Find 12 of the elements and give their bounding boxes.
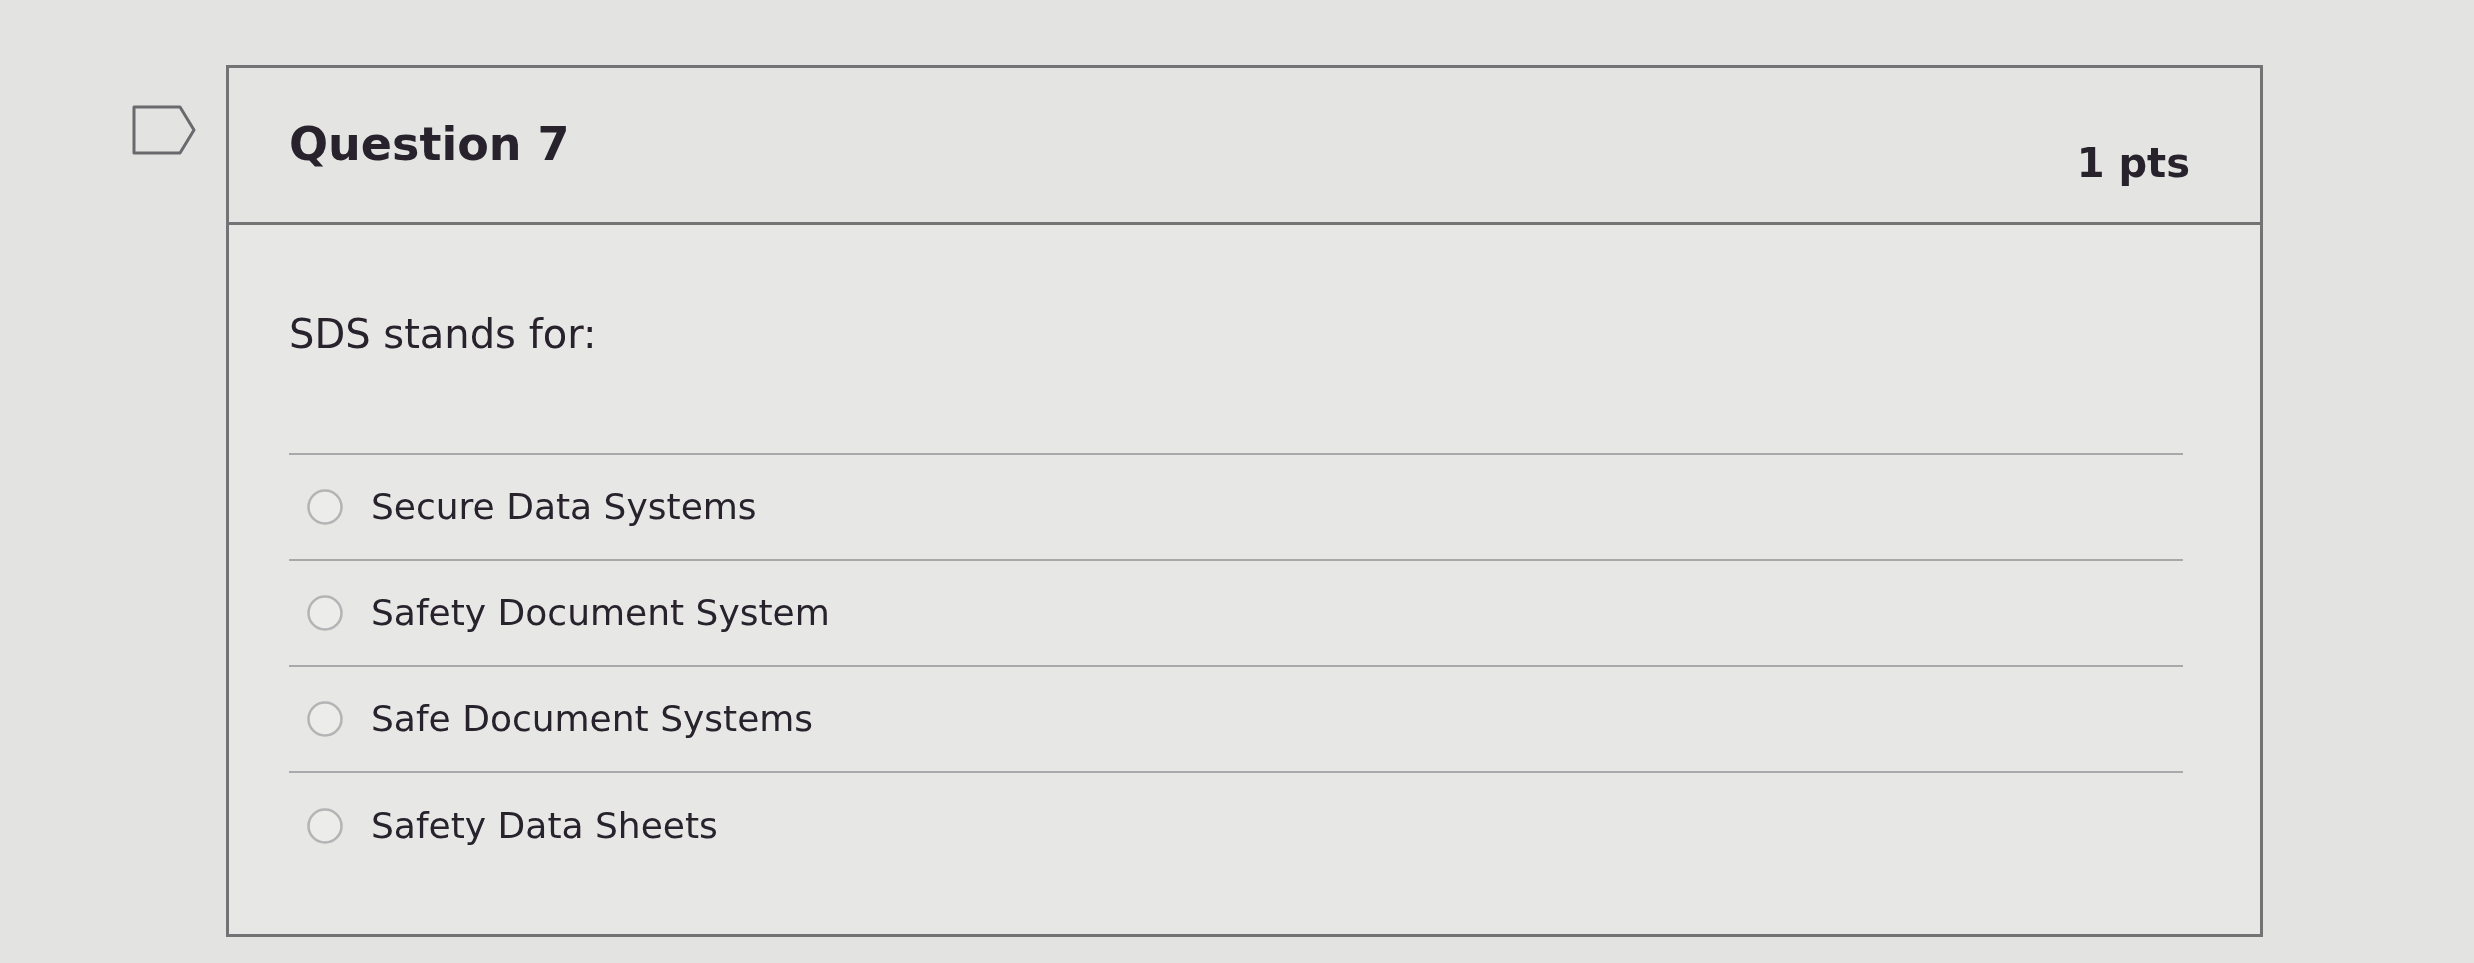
option-label[interactable]: Safe Document Systems [371,697,814,741]
option-label[interactable]: Safety Document System [371,591,830,635]
question-prompt: SDS stands for: [289,310,598,359]
radio-button[interactable] [307,489,343,525]
radio-button[interactable] [307,595,343,631]
question-title: Question 7 [289,117,570,173]
option-label[interactable]: Secure Data Systems [371,485,757,529]
flag-icon[interactable] [132,105,196,155]
radio-button[interactable] [307,808,343,844]
option-label[interactable]: Safety Data Sheets [371,804,718,848]
points-label: 1 pts [2076,139,2190,187]
radio-button[interactable] [307,701,343,737]
